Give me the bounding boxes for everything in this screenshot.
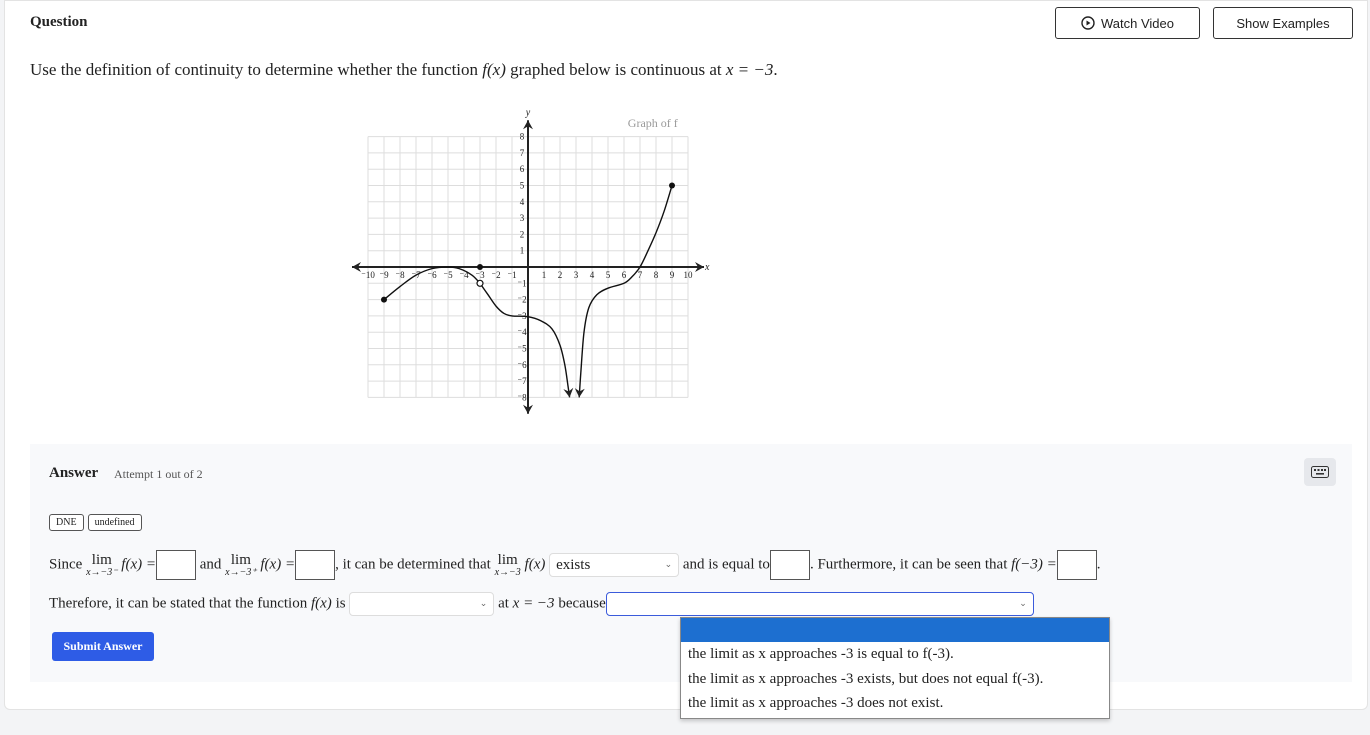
chevron-down-icon: ⌄	[664, 560, 673, 570]
text: and is equal to	[682, 556, 770, 573]
keyboard-icon	[1311, 466, 1329, 478]
undefined-chip[interactable]: undefined	[87, 514, 142, 531]
y-tick-label: 5	[520, 181, 525, 191]
lim: lim	[91, 551, 112, 568]
x-tick-label: ⁻3	[475, 270, 485, 280]
chevron-down-icon: ⌄	[1019, 599, 1027, 609]
left-limit: lim x→−3⁻	[86, 551, 118, 578]
continuity-select[interactable]: ⌄	[349, 592, 495, 616]
closed-point	[477, 264, 483, 270]
attempt-counter: Attempt 1 out of 2	[114, 467, 203, 481]
closed-point	[669, 182, 675, 189]
dropdown-option[interactable]: the limit as x approaches -3 does not ex…	[681, 691, 1109, 716]
x-tick-label: ⁻9	[379, 270, 389, 280]
answer-line-1: Since lim x→−3⁻ f(x) = and lim x→−3⁺ f(x) …	[49, 550, 1101, 580]
text: Therefore, it can be stated that the fun…	[49, 595, 308, 612]
chevron-down-icon: ⌄	[479, 599, 488, 609]
x-tick-label: 4	[590, 270, 595, 280]
select-value: exists	[556, 556, 591, 573]
two-sided-limit: lim x→−3	[494, 551, 521, 578]
y-tick-label: 7	[520, 148, 525, 158]
y-tick-label: ⁻7	[517, 376, 527, 386]
lim-sub: x→−3⁻	[86, 566, 118, 578]
fx: f(x)	[310, 595, 332, 612]
open-point	[476, 279, 484, 287]
right-limit: lim x→−3⁺	[225, 551, 257, 578]
lim-sub: x→−3⁺	[225, 566, 257, 578]
y-tick-label: ⁻8	[517, 392, 527, 402]
submit-answer-button[interactable]: Submit Answer	[52, 632, 154, 661]
limit-value-input[interactable]	[769, 550, 810, 580]
closed-point	[381, 296, 387, 303]
y-tick-label: ⁻1	[517, 278, 526, 288]
lim-sub: x→−3	[494, 566, 521, 578]
f-minus3: f(−3) =	[1011, 556, 1057, 573]
fx-eq: f(x) =	[260, 556, 296, 573]
x-tick-label: 2	[558, 270, 563, 280]
x-tick-label: 7	[638, 270, 643, 280]
function-graph: ⁻10 ⁻9 ⁻8 ⁻7 ⁻6 ⁻5 ⁻4 ⁻3 ⁻2 ⁻1 1 2 3 4 5 6 7 8 9 10⁻8⁻7⁻6⁻5…	[352, 107, 710, 414]
y-tick-label: 4	[520, 197, 525, 207]
answer-label: Answer	[49, 465, 99, 481]
y-tick-label: ⁻6	[517, 360, 527, 370]
function-curve	[578, 185, 673, 398]
eq: x = −3	[512, 595, 555, 612]
x-tick-label: 1	[542, 270, 547, 280]
keyboard-button[interactable]	[1304, 458, 1336, 486]
x-tick-label: ⁻6	[427, 270, 437, 280]
y-tick-label: ⁻2	[517, 295, 526, 305]
right-limit-input[interactable]	[295, 550, 336, 580]
text: , it can be determined that	[335, 556, 491, 573]
f-value-input[interactable]	[1056, 550, 1097, 580]
y-tick-label: ⁻5	[517, 344, 527, 354]
x-tick-label: 3	[574, 270, 579, 280]
x-tick-label: ⁻2	[491, 270, 500, 280]
text: Since	[49, 556, 83, 573]
left-limit-input[interactable]	[155, 550, 196, 580]
x-tick-label: ⁻1	[507, 270, 516, 280]
x-tick-label: 10	[684, 270, 694, 280]
y-tick-label: 8	[520, 132, 525, 142]
text: is	[335, 595, 346, 612]
x-tick-label: ⁻10	[361, 270, 375, 280]
x-tick-label: 6	[622, 270, 627, 280]
text: and	[199, 556, 222, 573]
text: because	[558, 595, 606, 612]
y-axis-label: y	[525, 107, 531, 118]
limit-exists-select[interactable]: exists ⌄	[549, 553, 680, 577]
reason-dropdown-list: the limit as x approaches -3 is equal to…	[680, 617, 1110, 719]
x-tick-label: 9	[670, 270, 675, 280]
fx-eq: f(x) =	[121, 556, 156, 573]
y-tick-label: 6	[520, 164, 525, 174]
dropdown-option[interactable]: the limit as x approaches -3 exists, but…	[681, 667, 1109, 692]
x-tick-label: 8	[654, 270, 659, 280]
x-tick-label: ⁻8	[395, 270, 405, 280]
lim: lim	[230, 551, 251, 568]
chart-title: Graph of f	[628, 116, 678, 130]
x-tick-label: 5	[606, 270, 611, 280]
y-tick-label: ⁻4	[517, 327, 527, 337]
text: at	[498, 595, 509, 612]
reason-select[interactable]: ⌄	[605, 592, 1034, 616]
lim: lim	[497, 551, 518, 568]
text: . Furthermore, it can be seen that	[809, 556, 1008, 573]
x-tick-label: ⁻5	[443, 270, 453, 280]
dne-chip[interactable]: DNE	[49, 514, 84, 531]
x-axis-label: x	[704, 262, 710, 273]
text: .	[1096, 556, 1101, 573]
fx: f(x)	[524, 556, 546, 573]
dropdown-option[interactable]: the limit as x approaches -3 is equal to…	[681, 642, 1109, 667]
answer-line-2: Therefore, it can be stated that the fun…	[49, 592, 1034, 616]
y-tick-label: 3	[520, 213, 525, 223]
y-tick-label: 1	[520, 246, 525, 256]
x-tick-label: ⁻4	[459, 270, 469, 280]
y-tick-label: 2	[520, 229, 525, 239]
dropdown-option-blank[interactable]	[681, 618, 1109, 642]
